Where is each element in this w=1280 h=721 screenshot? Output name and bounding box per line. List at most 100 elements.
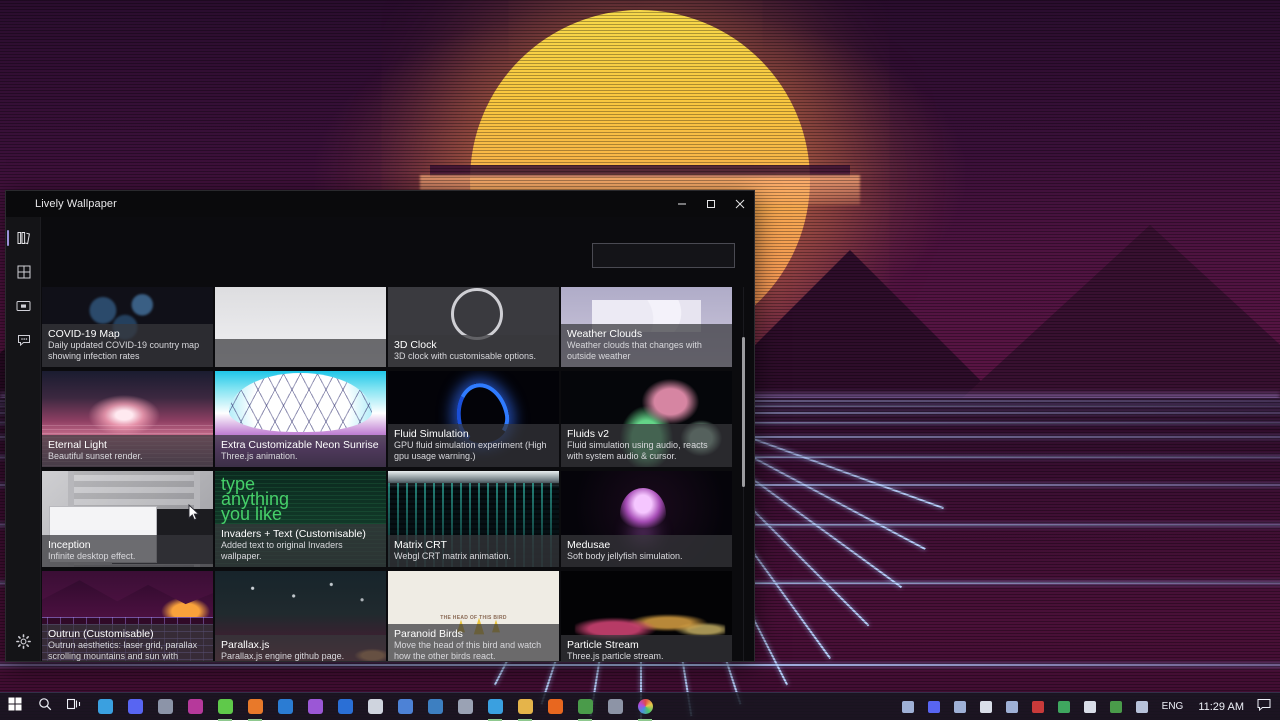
tray-flag-tray-icon[interactable] xyxy=(1025,693,1051,721)
taskbar-app-obs-studio[interactable] xyxy=(180,693,210,721)
tray-volume-tray-icon[interactable] xyxy=(973,693,999,721)
taskbar-app-vs-code[interactable] xyxy=(420,693,450,721)
wallpaper-card[interactable]: 3D Clock3D clock with customisable optio… xyxy=(388,287,559,367)
wallpaper-card[interactable]: Fluids v2Fluid simulation using audio, r… xyxy=(561,371,732,467)
wallpaper-card-label: Eternal LightBeautiful sunset render. xyxy=(42,435,213,467)
wallpaper-card[interactable]: THE HEAD OF THIS BIRDParanoid BirdsMove … xyxy=(388,571,559,661)
close-button[interactable] xyxy=(725,191,754,217)
minimize-button[interactable] xyxy=(667,191,696,217)
taskbar-clock[interactable]: 11:29 AM xyxy=(1190,701,1252,713)
taskbar-app-folder[interactable] xyxy=(510,693,540,721)
tray-mouse-tray-icon[interactable] xyxy=(999,693,1025,721)
wallpaper-card[interactable]: MedusaeSoft body jellyfish simulation. xyxy=(561,471,732,567)
wallpaper-card[interactable]: Weather CloudsWeather clouds that change… xyxy=(561,287,732,367)
taskbar-app-settings[interactable] xyxy=(600,693,630,721)
wallpaper-card-title: Fluids v2 xyxy=(567,428,726,440)
terminal-icon xyxy=(458,699,473,714)
language-indicator[interactable]: ENG xyxy=(1155,701,1191,712)
window-titlebar[interactable]: Lively Wallpaper xyxy=(6,191,754,217)
wallpaper-card[interactable]: COVID-19 MapDaily updated COVID-19 count… xyxy=(42,287,213,367)
wallpaper-card[interactable]: Parallax.jsParallax.js engine github pag… xyxy=(215,571,386,661)
wallpaper-grid-scroll-area[interactable]: COVID-19 MapDaily updated COVID-19 count… xyxy=(41,287,754,661)
notifications-button[interactable] xyxy=(1252,693,1276,721)
taskbar-app-discord[interactable] xyxy=(120,693,150,721)
taskbar-app-premiere-pro[interactable] xyxy=(300,693,330,721)
taskbar-app-tasks[interactable] xyxy=(480,693,510,721)
wallpaper-card[interactable]: Matrix CRTWebgl CRT matrix animation. xyxy=(388,471,559,567)
wallpaper-card-title: Inception xyxy=(48,539,207,551)
tray-shield-tray-icon[interactable] xyxy=(1051,693,1077,721)
wallpaper-card[interactable]: Fluid SimulationGPU fluid simulation exp… xyxy=(388,371,559,467)
wallpaper-card-description: 3D clock with customisable options. xyxy=(394,351,553,362)
wallpaper-card-label: Extra Customizable Neon SunriseThree.js … xyxy=(215,435,386,467)
wallpaper-card-label: Matrix CRTWebgl CRT matrix animation. xyxy=(388,535,559,567)
tray-network-tray-icon[interactable] xyxy=(1103,693,1129,721)
wallpaper-card-title: Medusae xyxy=(567,539,726,551)
sidebar-item-screen-layout[interactable] xyxy=(6,289,41,323)
taskbar-search-button[interactable] xyxy=(30,693,60,721)
taskbar-app-firefox[interactable] xyxy=(540,693,570,721)
wallpaper-card[interactable]: Particle StreamThree.js particle stream. xyxy=(561,571,732,661)
wallpaper-card[interactable]: Outrun (Customisable)Outrun aesthetics: … xyxy=(42,571,213,661)
flag-tray-icon xyxy=(1032,701,1044,713)
taskbar-app-photoshop[interactable] xyxy=(330,693,360,721)
wallpaper-card[interactable]: InceptionInfinite desktop effect. xyxy=(42,471,213,567)
library-icon xyxy=(17,231,31,245)
premiere-pro-icon xyxy=(308,699,323,714)
search-input[interactable] xyxy=(592,243,735,268)
taskbar-app-blender[interactable] xyxy=(240,693,270,721)
folder-icon xyxy=(518,699,533,714)
maximize-button[interactable] xyxy=(696,191,725,217)
wallpaper-card-label: InceptionInfinite desktop effect. xyxy=(42,535,213,567)
shield-tray-icon xyxy=(1058,701,1070,713)
taskbar-app-file-explorer[interactable] xyxy=(150,693,180,721)
search-icon xyxy=(38,697,52,716)
taskbar-app-chrome[interactable] xyxy=(570,693,600,721)
thumbnail-overlay-text: typeanythingyou like xyxy=(221,477,289,522)
battery-tray-icon xyxy=(1084,701,1096,713)
wallpaper-card-title: COVID-19 Map xyxy=(48,328,207,340)
wallpaper-card[interactable]: Extra Customizable Neon SunriseThree.js … xyxy=(215,371,386,467)
sidebar-item-feedback[interactable] xyxy=(6,323,41,357)
wallpaper-card-description: GPU fluid simulation experiment (High gp… xyxy=(394,440,553,462)
tasks-icon xyxy=(488,699,503,714)
window-controls xyxy=(667,191,754,217)
tray-battery-tray-icon[interactable] xyxy=(1077,693,1103,721)
wallpaper-card-label: Particle StreamThree.js particle stream. xyxy=(561,635,732,661)
tray-discord-tray-icon[interactable] xyxy=(921,693,947,721)
taskbar-app-anime-app[interactable] xyxy=(360,693,390,721)
taskbar-app-lively-wallpaper[interactable] xyxy=(630,693,660,721)
taskbar-app-messenger[interactable] xyxy=(210,693,240,721)
wallpaper-card[interactable]: Eternal LightBeautiful sunset render. xyxy=(42,371,213,467)
wallpaper-card-title: Parallax.js xyxy=(221,639,380,651)
start-button[interactable] xyxy=(0,693,30,721)
discord-icon xyxy=(128,699,143,714)
content-header xyxy=(41,217,754,287)
wallpaper-card-description: Three.js animation. xyxy=(221,451,380,462)
taskbar-app-todoist[interactable] xyxy=(90,693,120,721)
wallpaper-card[interactable] xyxy=(215,287,386,367)
discord-tray-icon xyxy=(928,701,940,713)
task-view-button[interactable] xyxy=(60,693,90,721)
notification-icon xyxy=(1257,698,1271,716)
wallpaper-card-description: Move the head of this bird and watch how… xyxy=(394,640,553,661)
scrollbar-thumb[interactable] xyxy=(742,337,745,487)
taskbar-app-word[interactable] xyxy=(270,693,300,721)
sidebar-item-gallery[interactable] xyxy=(6,255,41,289)
wallpaper-card-label: Outrun (Customisable)Outrun aesthetics: … xyxy=(42,624,213,661)
wallpaper-card[interactable]: typeanythingyou like Invaders + Text (Cus… xyxy=(215,471,386,567)
sidebar-item-library[interactable] xyxy=(6,221,41,255)
taskbar-app-terminal[interactable] xyxy=(450,693,480,721)
sidebar-item-settings[interactable] xyxy=(6,627,41,661)
wallpaper-card-title: Invaders + Text (Customisable) xyxy=(221,528,380,540)
tray-pen-tray-icon[interactable] xyxy=(895,693,921,721)
window-title: Lively Wallpaper xyxy=(35,198,117,210)
word-icon xyxy=(278,699,293,714)
tray-lively-tray-icon[interactable] xyxy=(1129,693,1155,721)
tray-display-tray-icon[interactable] xyxy=(947,693,973,721)
wallpaper-card-description: Webgl CRT matrix animation. xyxy=(394,551,553,562)
settings-icon xyxy=(608,699,623,714)
taskbar-app-audacity[interactable] xyxy=(390,693,420,721)
pen-tray-icon xyxy=(902,701,914,713)
wallpaper-card-title: Matrix CRT xyxy=(394,539,553,551)
